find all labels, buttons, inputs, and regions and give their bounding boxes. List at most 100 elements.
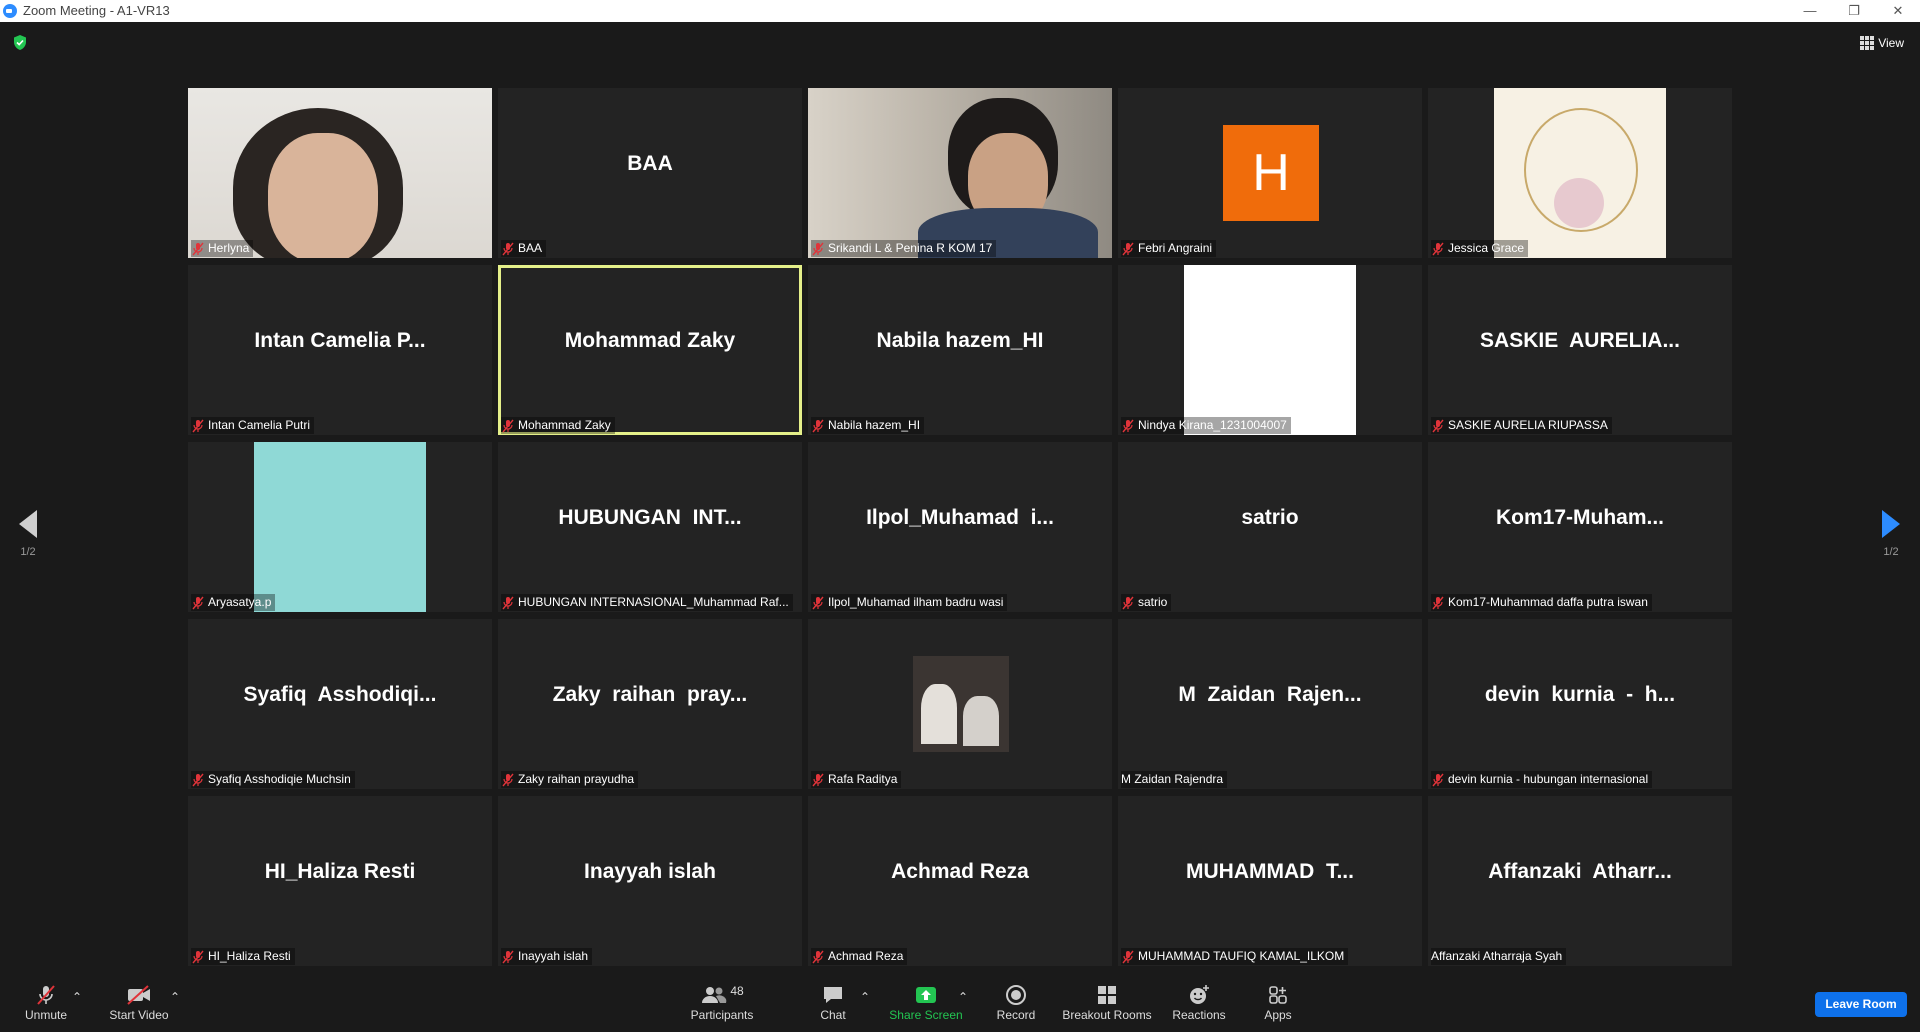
participant-display-name: HUBUNGAN INT... — [558, 506, 742, 529]
participant-display-name: Inayyah islah — [584, 860, 716, 883]
share-screen-label: Share Screen — [889, 1008, 963, 1022]
participant-name-label: Inayyah islah — [501, 948, 593, 965]
participant-name: Achmad Reza — [828, 949, 904, 963]
mic-muted-icon — [812, 419, 824, 432]
participant-name-label: Nindya Kirana_1231004007 — [1121, 417, 1291, 434]
participants-button[interactable]: 48 Participants — [684, 982, 760, 1022]
participant-name: Affanzaki Atharraja Syah — [1431, 949, 1563, 963]
participant-tile[interactable]: Nabila hazem_HI Nabila hazem_HI — [808, 265, 1112, 435]
participant-name-label: Mohammad Zaky — [501, 417, 615, 434]
participant-display-name: satrio — [1241, 506, 1299, 529]
participant-display-name: SASKIE AURELIA... — [1480, 329, 1680, 352]
unmute-label: Unmute — [24, 1008, 68, 1022]
participant-tile[interactable]: SASKIE AURELIA... SASKIE AURELIA RIUPASSA — [1428, 265, 1732, 435]
participant-tile[interactable]: Mohammad Zaky Mohammad Zaky — [498, 265, 802, 435]
participant-name-label: Nabila hazem_HI — [811, 417, 925, 434]
participant-name-label: Achmad Reza — [811, 948, 908, 965]
participant-tile[interactable]: Kom17-Muham... Kom17-Muhammad daffa putra… — [1428, 442, 1732, 612]
participant-tile[interactable]: Srikandi L & Penina R KOM 17 — [808, 88, 1112, 258]
grid-view-icon — [1860, 36, 1875, 50]
participant-tile[interactable]: Affanzaki Atharr... Affanzaki Atharraja S… — [1428, 796, 1732, 966]
participant-tile[interactable]: Nindya Kirana_1231004007 — [1118, 265, 1422, 435]
start-video-button[interactable]: Start Video — [104, 982, 174, 1022]
participant-tile[interactable]: Jessica Grace — [1428, 88, 1732, 258]
close-button[interactable]: ✕ — [1876, 0, 1920, 22]
participant-name-label: Jessica Grace — [1431, 240, 1529, 257]
reactions-button[interactable]: Reactions — [1170, 982, 1228, 1022]
maximize-button[interactable]: ❐ — [1832, 0, 1876, 22]
participant-name: HI_Haliza Resti — [208, 949, 291, 963]
participant-tile[interactable]: HUBUNGAN INT... HUBUNGAN INTERNASIONAL_Mu… — [498, 442, 802, 612]
participant-tile[interactable]: H Febri Angraini — [1118, 88, 1422, 258]
participant-tile[interactable]: Inayyah islah Inayyah islah — [498, 796, 802, 966]
video-options-caret[interactable]: ⌃ — [170, 990, 180, 1004]
mic-muted-icon — [1122, 950, 1134, 963]
apps-button[interactable]: Apps — [1260, 982, 1296, 1022]
participant-name: BAA — [518, 241, 543, 255]
participant-display-name: M Zaidan Rajen... — [1178, 683, 1362, 706]
security-shield-icon[interactable] — [12, 34, 28, 51]
mic-muted-icon — [502, 419, 514, 432]
mic-muted-icon — [192, 950, 204, 963]
leave-room-button[interactable]: Leave Room — [1815, 992, 1907, 1017]
participant-picture — [1184, 265, 1356, 435]
view-button[interactable]: View — [1860, 34, 1904, 52]
mic-muted-icon — [1122, 419, 1134, 432]
participant-tile[interactable]: Herlyna — [188, 88, 492, 258]
participant-display-name: Achmad Reza — [891, 860, 1029, 883]
participant-name: M Zaidan Rajendra — [1121, 772, 1224, 786]
avatar: H — [1223, 125, 1319, 221]
participant-name-label: MUHAMMAD TAUFIQ KAMAL_ILKOM — [1121, 948, 1349, 965]
chat-options-caret[interactable]: ⌃ — [860, 990, 870, 1004]
participant-tile[interactable]: Syafiq Asshodiqi... Syafiq Asshodiqie Muc… — [188, 619, 492, 789]
audio-options-caret[interactable]: ⌃ — [72, 990, 82, 1004]
participant-tile[interactable]: MUHAMMAD T... MUHAMMAD TAUFIQ KAMAL_ILKOM — [1118, 796, 1422, 966]
participant-name: Rafa Raditya — [828, 772, 898, 786]
participant-tile[interactable]: Intan Camelia P... Intan Camelia Putri — [188, 265, 492, 435]
mic-muted-icon — [1122, 242, 1134, 255]
participant-tile[interactable]: Achmad Reza Achmad Reza — [808, 796, 1112, 966]
breakout-rooms-icon — [1062, 982, 1152, 1008]
participant-tile[interactable]: Ilpol_Muhamad i... Ilpol_Muhamad ilham ba… — [808, 442, 1112, 612]
participant-display-name: Affanzaki Atharr... — [1488, 860, 1672, 883]
participant-name-label: Zaky raihan prayudha — [501, 771, 639, 788]
share-options-caret[interactable]: ⌃ — [958, 990, 968, 1004]
participant-name-label: Intan Camelia Putri — [191, 417, 315, 434]
share-screen-icon — [888, 982, 964, 1008]
participant-name-label: HUBUNGAN INTERNASIONAL_Muhammad Raf... — [501, 594, 793, 611]
mic-muted-icon — [1432, 773, 1444, 786]
participant-tile[interactable]: satrio satrio — [1118, 442, 1422, 612]
participant-tile[interactable]: Zaky raihan pray... Zaky raihan prayudha — [498, 619, 802, 789]
participant-name: Nabila hazem_HI — [828, 418, 921, 432]
previous-page-button[interactable]: 1/2 — [13, 510, 43, 558]
breakout-rooms-button[interactable]: Breakout Rooms — [1062, 982, 1152, 1022]
participant-name-label: BAA — [501, 240, 547, 257]
record-icon — [994, 982, 1038, 1008]
participant-name: Nindya Kirana_1231004007 — [1138, 418, 1287, 432]
participant-tile[interactable]: M Zaidan Rajen... M Zaidan Rajendra — [1118, 619, 1422, 789]
share-screen-button[interactable]: Share Screen — [888, 982, 964, 1022]
video-off-icon — [104, 982, 174, 1008]
participant-name-label: Ilpol_Muhamad ilham badru wasi — [811, 594, 1008, 611]
mic-muted-icon — [192, 242, 204, 255]
unmute-button[interactable]: Unmute — [20, 982, 72, 1022]
participant-name-label: SASKIE AURELIA RIUPASSA — [1431, 417, 1612, 434]
chat-button[interactable]: Chat — [812, 982, 854, 1022]
record-button[interactable]: Record — [994, 982, 1038, 1022]
participant-name-label: M Zaidan Rajendra — [1121, 771, 1228, 788]
participant-video — [188, 88, 492, 258]
mic-muted-icon — [812, 242, 824, 255]
mic-muted-icon — [1432, 596, 1444, 609]
minimize-button[interactable]: — — [1788, 0, 1832, 22]
participant-name-label: Herlyna — [191, 240, 254, 257]
participant-name-label: HI_Haliza Resti — [191, 948, 295, 965]
participant-tile[interactable]: Aryasatya.p — [188, 442, 492, 612]
participant-tile[interactable]: HI_Haliza Resti HI_Haliza Resti — [188, 796, 492, 966]
participant-tile[interactable]: BAA BAA — [498, 88, 802, 258]
arrow-right-icon — [1882, 510, 1900, 538]
participant-tile[interactable]: Rafa Raditya — [808, 619, 1112, 789]
next-page-button[interactable]: 1/2 — [1876, 510, 1906, 558]
participant-tile[interactable]: devin kurnia - h... devin kurnia - hubung… — [1428, 619, 1732, 789]
zoom-logo-icon — [3, 4, 17, 18]
participants-count: 48 — [730, 984, 744, 998]
